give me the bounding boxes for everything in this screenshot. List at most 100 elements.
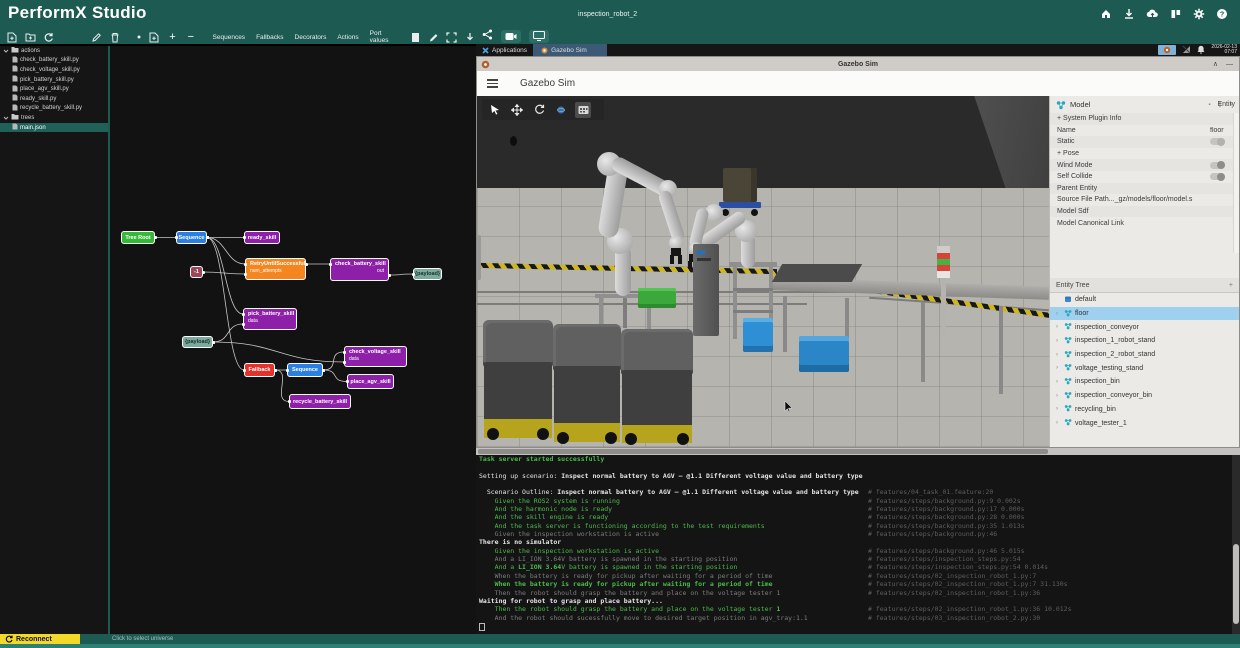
dock-icon[interactable]: ▪	[1208, 102, 1210, 108]
file-item-place_agv_skill.py[interactable]: place_agv_skill.py	[0, 84, 108, 94]
expander-chevron-icon[interactable]: ›	[1056, 393, 1061, 399]
node-port[interactable]	[244, 263, 247, 266]
tray-gazebo-icon[interactable]	[1158, 45, 1176, 55]
entity-item-inspection_conveyor[interactable]: ›inspection_conveyor	[1050, 320, 1239, 334]
entity-item-inspection_bin[interactable]: ›inspection_bin	[1050, 375, 1239, 389]
display-sim-button[interactable]	[529, 30, 549, 43]
entity-item-recycling_bin[interactable]: ›recycling_bin	[1050, 403, 1239, 417]
expander-chevron-icon[interactable]: ›	[1056, 365, 1061, 371]
share-nodes-icon[interactable]	[482, 27, 493, 45]
node-port[interactable]	[346, 380, 349, 383]
node-port[interactable]	[286, 369, 289, 372]
gazebo-titlebar[interactable]: Gazebo Sim ∧ ―	[477, 57, 1239, 71]
network-offline-icon[interactable]	[1182, 45, 1191, 56]
node-port[interactable]	[154, 236, 157, 239]
entity-item-inspection_conveyor_bin[interactable]: ›inspection_conveyor_bin	[1050, 389, 1239, 403]
cloud-upload-icon[interactable]	[1146, 8, 1159, 20]
tab-port-values[interactable]: Port values	[368, 30, 403, 44]
new-folder-icon[interactable]	[24, 31, 35, 43]
node-port[interactable]	[305, 263, 308, 266]
tree-node-payload_in[interactable]: {payload}	[182, 336, 213, 348]
tab-fallbacks[interactable]: Fallbacks	[254, 34, 285, 41]
file-item-pick_battery_skill.py[interactable]: pick_battery_skill.py	[0, 75, 108, 85]
download-icon[interactable]	[1123, 8, 1135, 20]
node-port[interactable]	[412, 273, 415, 276]
node-port[interactable]	[343, 361, 346, 364]
model-property-wind-mode[interactable]: Wind Mode	[1050, 159, 1233, 171]
tree-node-tree_root[interactable]: Tree Root	[121, 231, 155, 244]
tree-node-payload_out[interactable]: {payload}	[413, 268, 442, 280]
property-toggle[interactable]	[1210, 173, 1225, 180]
reconnect-button[interactable]: Reconnect	[0, 634, 80, 644]
tree-node-seq2[interactable]: Sequence	[287, 363, 323, 377]
expander-chevron-icon[interactable]: ›	[1056, 379, 1061, 385]
new-subtree-icon[interactable]	[148, 31, 159, 43]
gazebo-3d-viewport[interactable]	[477, 96, 1049, 447]
taskbar-window-tab[interactable]: Gazebo Sim	[533, 44, 607, 56]
minimize-icon[interactable]: ―	[1226, 61, 1233, 68]
expander-chevron-icon[interactable]: ›	[1056, 324, 1061, 330]
clipboard-icon[interactable]	[410, 31, 421, 43]
rotate-tool-icon[interactable]	[531, 102, 547, 118]
tab-decorators[interactable]: Decorators	[293, 34, 329, 41]
record-sim-button[interactable]	[501, 30, 521, 43]
behavior-tree-canvas[interactable]: Tree RootSequenceready_skill-1RetryUntil…	[110, 46, 476, 634]
node-port[interactable]	[288, 400, 291, 403]
file-item-recycle_battery_skill.py[interactable]: recycle_battery_skill.py	[0, 104, 108, 114]
file-item-check_voltage_skill.py[interactable]: check_voltage_skill.py	[0, 65, 108, 75]
viewport-left-scroll-handle[interactable]	[477, 235, 481, 280]
refresh-icon[interactable]	[43, 31, 54, 43]
select-tool-icon[interactable]	[487, 102, 503, 118]
tree-node-retry[interactable]: RetryUntilSuccessfulnum_attempts	[245, 258, 306, 280]
shade-icon[interactable]: ∧	[1213, 60, 1218, 68]
tree-node-recycle[interactable]: recycle_battery_skill	[289, 394, 351, 409]
gazebo-scrollbar-thumb[interactable]	[478, 449, 1048, 454]
node-port[interactable]	[175, 236, 178, 239]
tree-node-ready_skill[interactable]: ready_skill	[244, 231, 280, 244]
folder-item-actions[interactable]: actions	[0, 46, 108, 56]
expander-chevron-icon[interactable]: ›	[1056, 311, 1061, 317]
layout-icon[interactable]	[1170, 8, 1182, 20]
file-item-check_battery_skill.py[interactable]: check_battery_skill.py	[0, 56, 108, 66]
file-item-ready_skill.py[interactable]: ready_skill.py	[0, 94, 108, 104]
expander-chevron-icon[interactable]: ›	[1056, 338, 1061, 344]
download-tree-icon[interactable]	[465, 31, 476, 43]
hamburger-menu-icon[interactable]	[487, 79, 498, 88]
tab-actions[interactable]: Actions	[335, 34, 360, 41]
tree-node-seq1[interactable]: Sequence	[176, 231, 207, 244]
home-icon[interactable]	[1100, 8, 1112, 20]
property-toggle[interactable]	[1210, 138, 1225, 145]
tree-node-check_voltage[interactable]: check_voltage_skilldata	[344, 346, 407, 367]
model-panel-scrollbar[interactable]	[1233, 113, 1239, 253]
node-port[interactable]	[274, 369, 277, 372]
tree-node-place_agv[interactable]: place_agv_skill	[347, 374, 394, 389]
gear-icon[interactable]	[1193, 8, 1205, 20]
zoom-in-icon[interactable]: +	[167, 31, 178, 43]
tree-node-check_battery[interactable]: check_battery_skillout	[330, 258, 389, 281]
model-property-self-collide[interactable]: Self Collide	[1050, 171, 1233, 183]
notifications-bell-icon[interactable]	[1197, 45, 1205, 56]
entity-item-inspection_1_robot_stand[interactable]: ›inspection_1_robot_stand	[1050, 334, 1239, 348]
entity-tree-dock-icon[interactable]: +	[1229, 282, 1233, 289]
entity-item-voltage_testing_stand[interactable]: ›voltage_testing_stand	[1050, 361, 1239, 375]
zoom-out-icon[interactable]: −	[185, 31, 196, 43]
entity-item-inspection_2_robot_stand[interactable]: ›inspection_2_robot_stand	[1050, 348, 1239, 362]
new-file-icon[interactable]	[6, 31, 17, 43]
translate-tool-icon[interactable]	[509, 102, 525, 118]
folder-item-trees[interactable]: trees	[0, 113, 108, 123]
entity-item-floor[interactable]: ›floor	[1050, 307, 1239, 321]
property-toggle[interactable]	[1210, 162, 1225, 169]
pencil-solid-icon[interactable]	[428, 31, 439, 43]
node-port[interactable]	[242, 313, 245, 316]
node-port[interactable]	[212, 341, 215, 344]
tab-sequences[interactable]: Sequences	[211, 34, 248, 41]
node-port[interactable]	[243, 236, 246, 239]
applications-menu[interactable]: Applications	[476, 44, 533, 56]
expander-chevron-icon[interactable]: ›	[1056, 406, 1061, 412]
file-item-main.json[interactable]: main.json	[0, 123, 108, 133]
tree-node-pick_battery[interactable]: pick_battery_skilldata	[243, 308, 297, 330]
node-port[interactable]	[322, 369, 325, 372]
node-port[interactable]	[243, 369, 246, 372]
entity-item-default[interactable]: default	[1050, 293, 1239, 307]
entity-item-voltage_tester_1[interactable]: ›voltage_tester_1	[1050, 416, 1239, 430]
